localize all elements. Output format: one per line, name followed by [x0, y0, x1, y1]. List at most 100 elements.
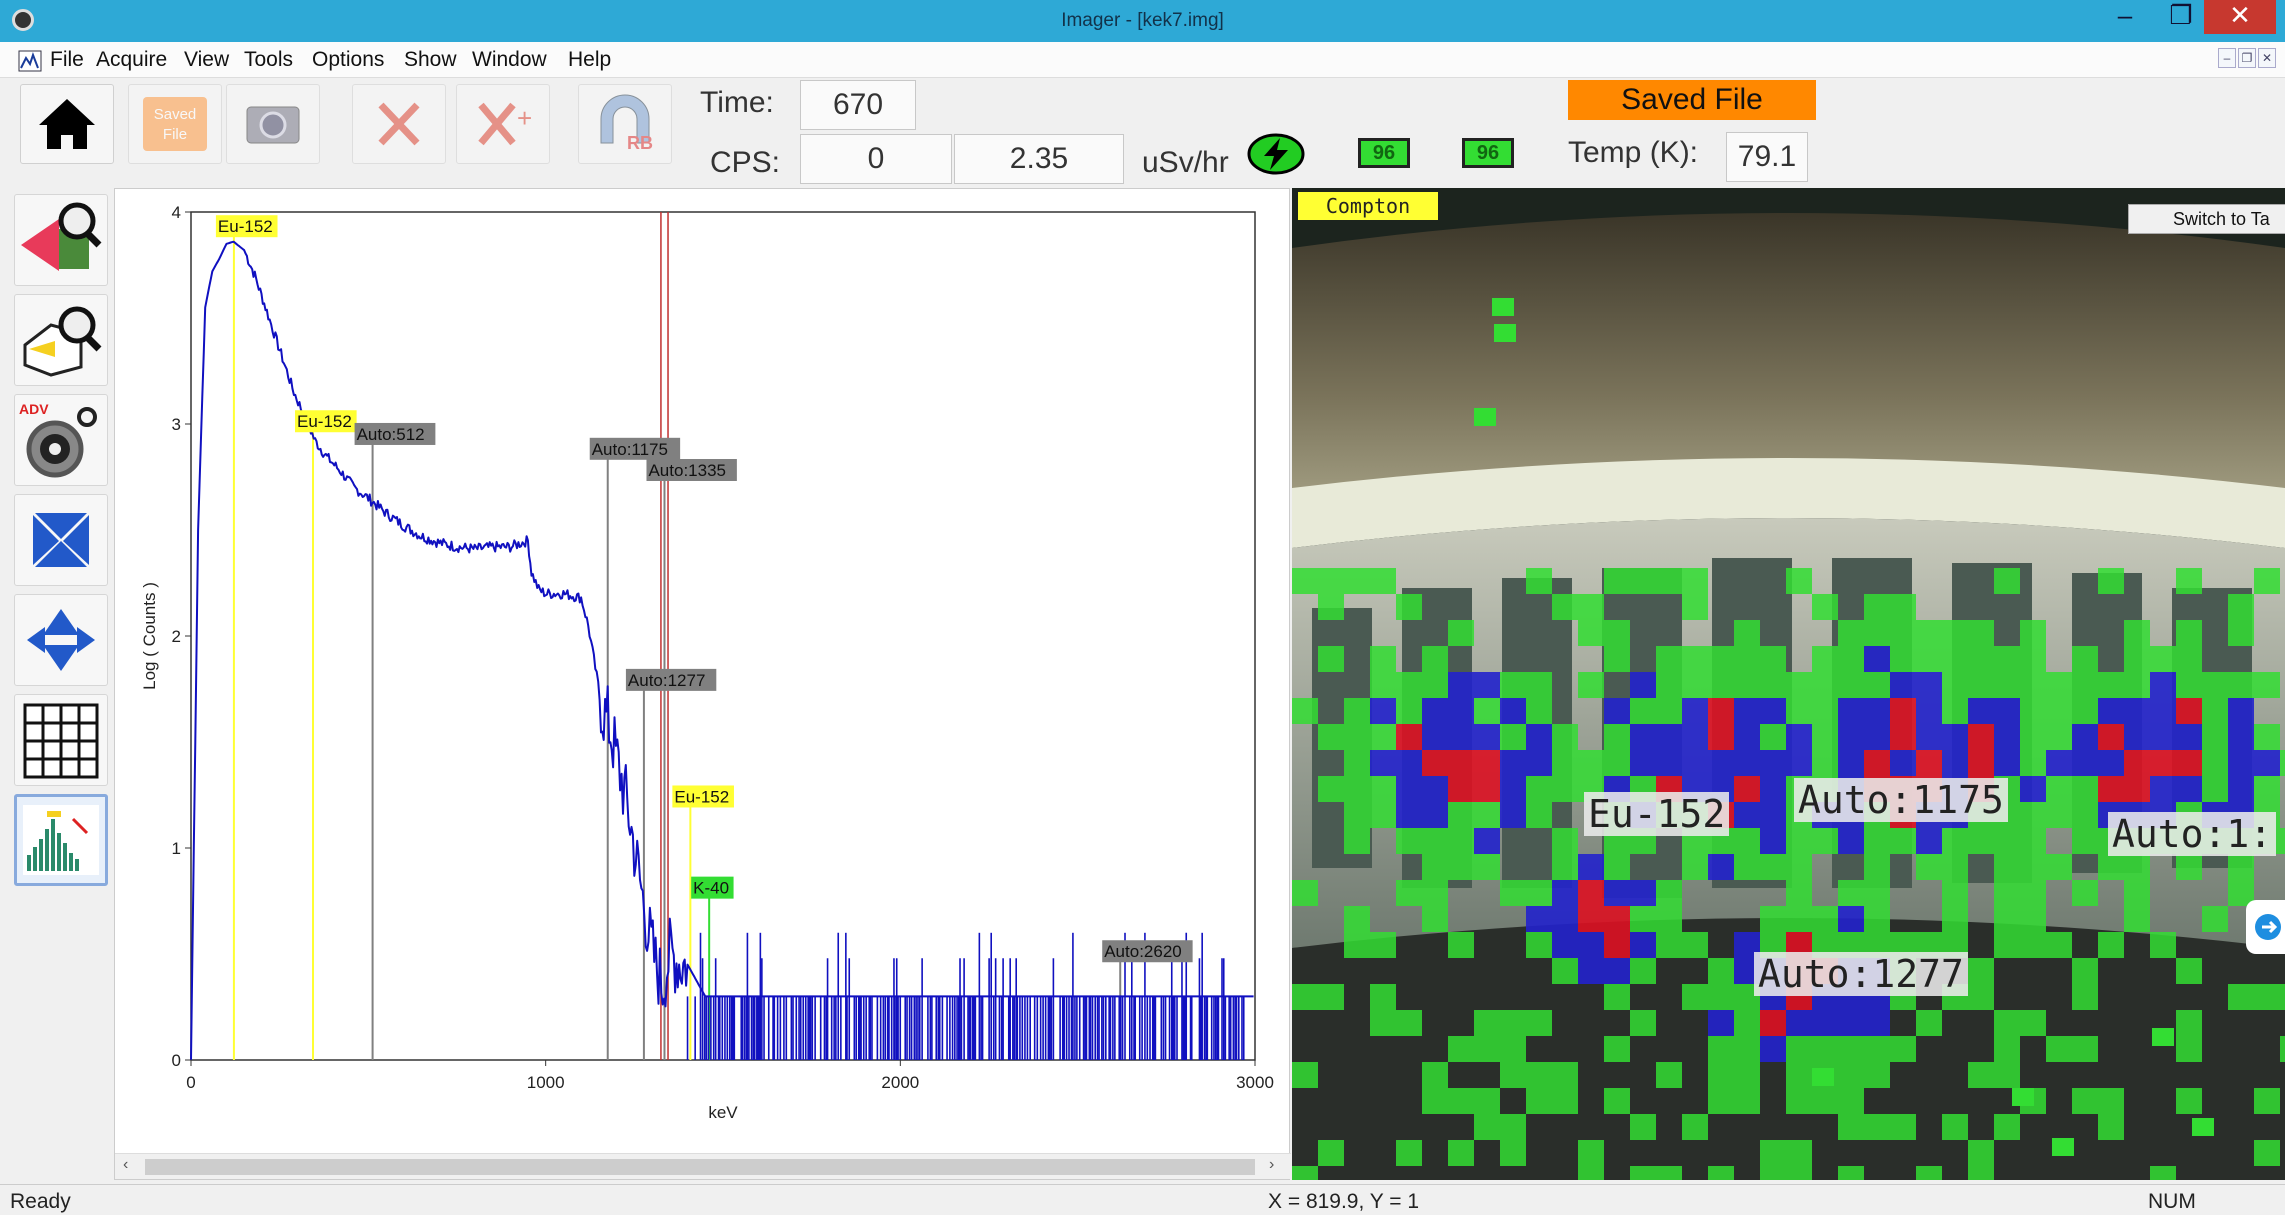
heatmap-cell	[1604, 984, 1630, 1010]
spectrum-view-button[interactable]	[14, 794, 108, 886]
heatmap-cell	[1292, 1062, 1318, 1088]
heatmap-cell	[1734, 646, 1760, 672]
compton-mode-badge: Compton	[1298, 192, 1438, 220]
heatmap-cell	[1760, 776, 1786, 802]
heatmap-cell	[2046, 854, 2072, 880]
heatmap-cell	[1864, 828, 1890, 854]
heatmap-cell	[1396, 802, 1422, 828]
heatmap-cell	[1916, 750, 1942, 776]
heatmap-cell	[2072, 958, 2098, 984]
close-button[interactable]: ✕	[2204, 0, 2276, 34]
heatmap-cell	[1344, 776, 1370, 802]
heatmap-cell	[1942, 880, 1968, 906]
heatmap-cell	[1682, 594, 1708, 620]
heatmap-cell	[1994, 672, 2020, 698]
heatmap-cell	[1864, 906, 1890, 932]
heatmap-cell	[1838, 1036, 1864, 1062]
heatmap-cell	[1708, 1010, 1734, 1036]
heatmap-cell	[1734, 828, 1760, 854]
box-search-button[interactable]	[14, 294, 108, 386]
snapshot-button[interactable]	[226, 84, 320, 164]
heatmap-cell	[1552, 854, 1578, 880]
heatmap-cell	[1448, 750, 1474, 776]
heatmap-cell	[1344, 932, 1370, 958]
shrink-view-button[interactable]	[14, 494, 108, 586]
heatmap-cell	[1526, 906, 1552, 932]
heatmap-cell	[1942, 724, 1968, 750]
heatmap-cell	[1370, 932, 1396, 958]
heatmap-cell	[1916, 698, 1942, 724]
scroll-right-arrow[interactable]: ›	[1269, 1156, 1274, 1174]
heatmap-cell	[1682, 984, 1708, 1010]
arrows-expand-icon	[27, 609, 95, 671]
gamma-search-button[interactable]	[14, 194, 108, 286]
menu-options[interactable]: Options	[312, 48, 384, 72]
menu-view[interactable]: View	[184, 48, 229, 72]
heatmap-cell	[2046, 750, 2072, 776]
heatmap-cell	[1942, 620, 1968, 646]
peak-label: Auto:1335	[646, 459, 737, 481]
heatmap-cell	[2124, 776, 2150, 802]
heatmap-cell	[2098, 1088, 2124, 1114]
menu-show[interactable]: Show	[404, 48, 457, 72]
side-widget[interactable]	[2246, 900, 2285, 954]
heatmap-cell	[1864, 1010, 1890, 1036]
grid-view-button[interactable]	[14, 694, 108, 786]
menu-window[interactable]: Window	[472, 48, 547, 72]
menu-file[interactable]: File	[50, 48, 84, 72]
heatmap-cell	[1578, 620, 1604, 646]
heatmap-cell	[1760, 698, 1786, 724]
heatmap-cell	[1890, 828, 1916, 854]
heatmap-cell	[1552, 932, 1578, 958]
switch-to-button[interactable]: Switch to Ta	[2128, 204, 2285, 234]
compton-camera-view[interactable]: Compton Switch to Ta Eu-152 Auto:1175 Au…	[1292, 188, 2285, 1180]
heatmap-cell	[1552, 1088, 1578, 1114]
horizontal-scrollbar[interactable]: ‹ ›	[115, 1153, 1291, 1179]
saved-file-button[interactable]: Saved File	[128, 84, 222, 164]
heatmap-cell	[1630, 672, 1656, 698]
y-tick-label: 4	[172, 203, 181, 222]
mdi-minimize-button[interactable]: –	[2218, 48, 2236, 68]
heatmap-cell	[1578, 880, 1604, 906]
spectrum-chart[interactable]: Eu-152 Eu-152 Auto:512 Auto:1175 Auto:1335 Au…	[115, 189, 1291, 1151]
menu-acquire[interactable]: Acquire	[96, 48, 167, 72]
scrollbar-thumb[interactable]	[145, 1159, 1255, 1175]
heatmap-cell	[1734, 724, 1760, 750]
menu-tools[interactable]: Tools	[244, 48, 293, 72]
heatmap-cell	[2228, 698, 2254, 724]
heatmap-cell	[1682, 724, 1708, 750]
minimize-button[interactable]: –	[2094, 0, 2156, 34]
clear-plus-button[interactable]: +	[456, 84, 550, 164]
rb-button[interactable]: RB	[578, 84, 672, 164]
heatmap-cell	[1630, 880, 1656, 906]
mdi-restore-button[interactable]: ❐	[2238, 48, 2256, 68]
status-bar: Ready X = 819.9, Y = 1 NUM	[0, 1184, 2285, 1215]
heatmap-cell	[1786, 568, 1812, 594]
heatmap-cell	[1526, 1010, 1552, 1036]
document-icon[interactable]	[18, 50, 42, 72]
heatmap-cell	[1890, 594, 1916, 620]
home-button[interactable]	[20, 84, 114, 164]
expand-view-button[interactable]	[14, 594, 108, 686]
heatmap-cell	[1292, 880, 1318, 906]
scroll-left-arrow[interactable]: ‹	[123, 1156, 128, 1174]
heatmap-cell	[1838, 698, 1864, 724]
heatmap-cell	[1708, 1166, 1734, 1180]
maximize-button[interactable]: ❐	[2150, 0, 2212, 34]
heatmap-cell	[1838, 1166, 1864, 1180]
heatmap-cell	[2072, 724, 2098, 750]
advanced-settings-button[interactable]: ADV	[14, 394, 108, 486]
heatmap-cell	[1942, 1114, 1968, 1140]
menu-help[interactable]: Help	[568, 48, 611, 72]
mdi-close-button[interactable]: ✕	[2258, 48, 2276, 68]
heatmap-cell	[2254, 1140, 2280, 1166]
heatmap-cell	[1916, 1010, 1942, 1036]
heatmap-cell	[1968, 828, 1994, 854]
clear-button[interactable]	[352, 84, 446, 164]
heatmap-cell	[1708, 646, 1734, 672]
heatmap-cell	[1890, 1036, 1916, 1062]
heatmap-cell	[2254, 672, 2280, 698]
overlay-label-auto1175: Auto:1175	[1794, 778, 2008, 822]
heatmap-cell	[1760, 1010, 1786, 1036]
heatmap-cell	[2020, 828, 2046, 854]
